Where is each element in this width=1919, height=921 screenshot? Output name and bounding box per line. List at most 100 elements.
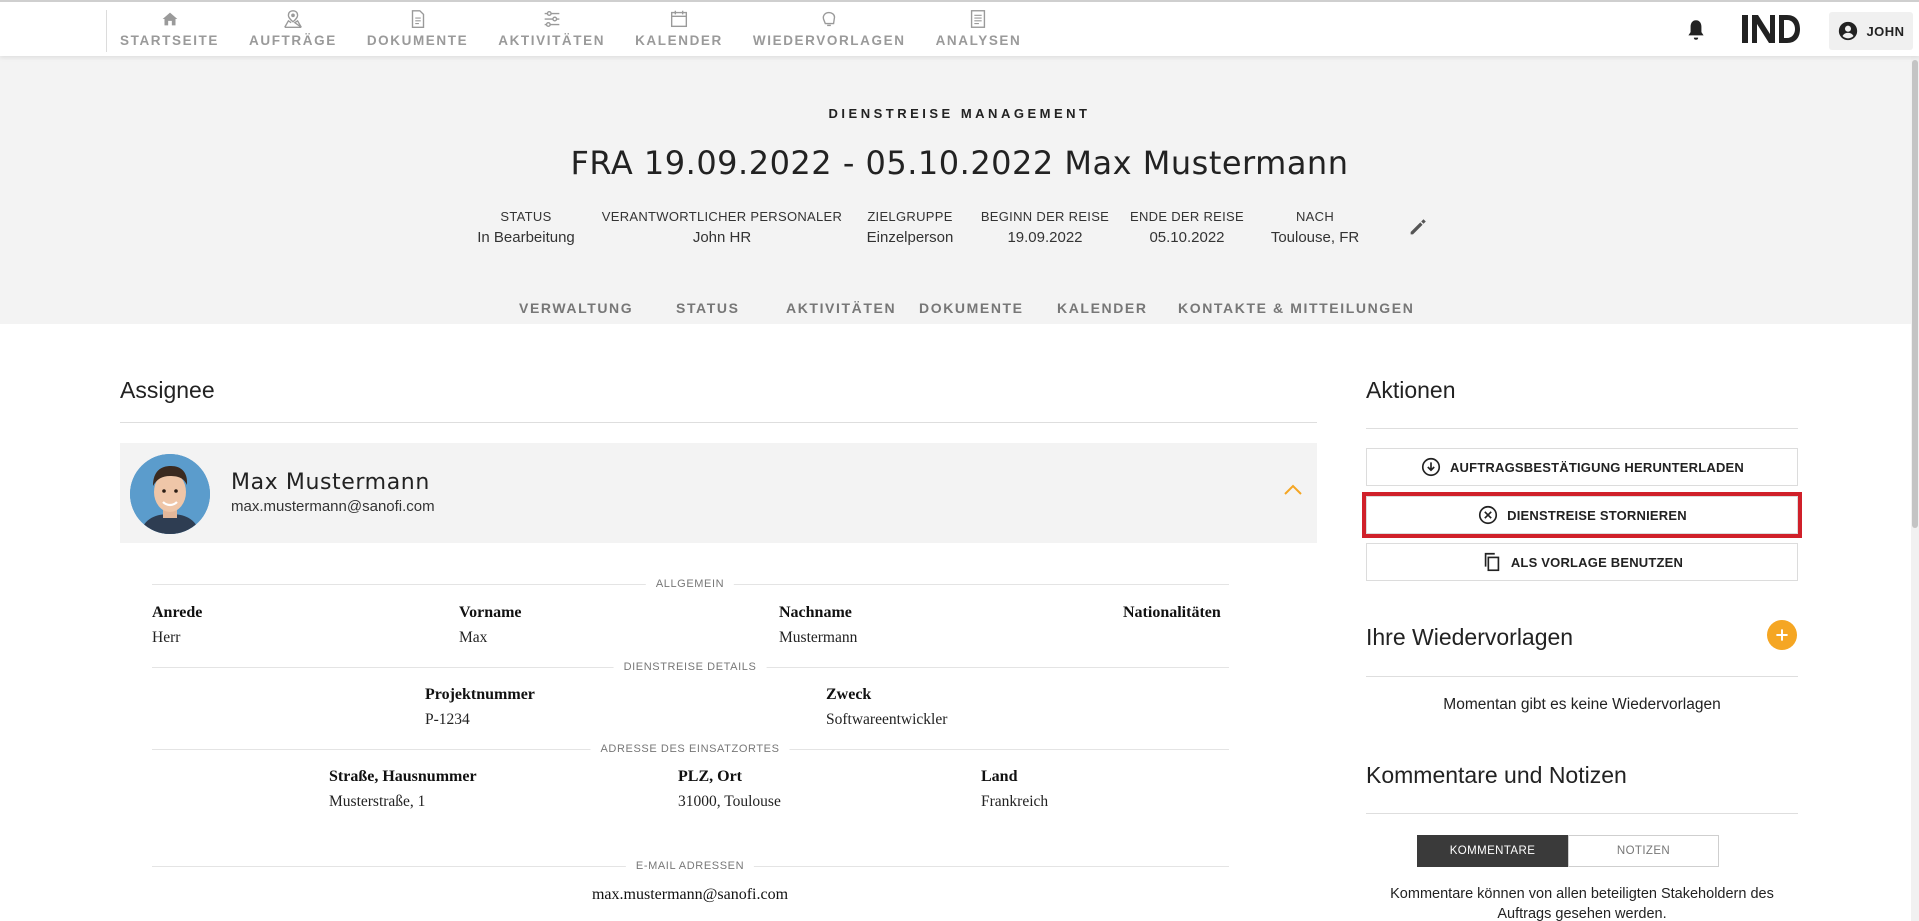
field-label-projektnummer: Projektnummer [425, 686, 535, 703]
field-label-nationalitaeten: Nationalitäten [1123, 604, 1221, 621]
main-nav: STARTSEITE AUFTRÄGE DOKUMENTE AKTIVITÄTE… [120, 8, 1051, 48]
bell-outline-icon [822, 11, 836, 27]
button-label: AUFTRAGSBESTÄTIGUNG HERUNTERLADEN [1449, 459, 1745, 475]
meta-value: In Bearbeitung [477, 229, 575, 246]
field-label-nachname: Nachname [779, 604, 852, 621]
group-label-dienstreise-details: DIENSTREISE DETAILS [613, 661, 767, 673]
meta-key: NACH [1295, 209, 1335, 224]
nav-item-dokumente[interactable]: DOKUMENTE [367, 8, 468, 48]
comments-heading: Kommentare und Notizen [1366, 762, 1627, 788]
tab-aktivitaeten[interactable]: AKTIVITÄTEN [786, 300, 896, 316]
avatar-photo [130, 454, 210, 534]
field-value-zweck: Softwareentwickler [826, 711, 948, 728]
group-label-adresse: ADRESSE DES EINSATZORTES [590, 743, 790, 755]
plus-icon [1776, 629, 1788, 641]
nav-item-auftraege[interactable]: AUFTRÄGE [249, 8, 337, 48]
copy-icon [1484, 552, 1500, 572]
cancel-trip-button[interactable]: DIENSTREISE STORNIEREN [1362, 492, 1802, 538]
field-value-plz-ort: 31000, Toulouse [678, 793, 781, 810]
nav-label: AKTIVITÄTEN [498, 33, 606, 48]
comments-segmented-control: KOMMENTARE NOTIZEN [1417, 835, 1719, 867]
tab-notizen[interactable]: NOTIZEN [1568, 835, 1719, 867]
nav-item-kalender[interactable]: KALENDER [635, 8, 723, 48]
field-label-plz-ort: PLZ, Ort [678, 768, 742, 785]
nav-item-analysen[interactable]: ANALYSEN [936, 8, 1022, 48]
download-confirmation-button[interactable]: AUFTRAGSBESTÄTIGUNG HERUNTERLADEN [1366, 448, 1798, 486]
nav-label: STARTSEITE [120, 33, 220, 48]
meta-responsible-hr: VERANTWORTLICHER PERSONALER John HR [600, 209, 844, 246]
button-label: DIENSTREISE STORNIEREN [1507, 507, 1687, 523]
meta-value: Einzelperson [866, 229, 954, 246]
report-icon [971, 10, 986, 28]
nav-label: WIEDERVORLAGEN [752, 33, 906, 48]
document-icon [411, 10, 424, 28]
page-scrollbar-thumb[interactable] [1912, 60, 1918, 528]
meta-trip-end: ENDE DER REISE 05.10.2022 [1125, 209, 1249, 246]
meta-destination: NACH Toulouse, FR [1262, 209, 1368, 246]
tab-kontakte-mitteilungen[interactable]: KONTAKTE & MITTEILUNGEN [1178, 300, 1414, 316]
field-label-strasse: Straße, Hausnummer [329, 768, 477, 785]
notification-bell-icon[interactable] [1683, 17, 1709, 43]
tab-status[interactable]: STATUS [676, 300, 740, 316]
meta-key: ZIELGRUPPE [867, 209, 953, 224]
calendar-icon [670, 10, 688, 28]
meta-target-group: ZIELGRUPPE Einzelperson [852, 209, 968, 246]
tab-dokumente[interactable]: DOKUMENTE [919, 300, 1024, 316]
group-label-email-adressen: E-MAIL ADRESSEN [625, 860, 755, 872]
page-header [0, 56, 1919, 324]
account-circle-icon [1839, 21, 1858, 41]
user-menu-button[interactable]: JOHN [1829, 12, 1913, 50]
actions-divider [1366, 428, 1798, 429]
meta-value: Toulouse, FR [1270, 229, 1360, 246]
cancel-circle-icon [1479, 505, 1498, 525]
actions-heading: Aktionen [1366, 377, 1456, 403]
sliders-icon [544, 10, 559, 28]
user-name: JOHN [1866, 23, 1905, 39]
home-icon [162, 12, 177, 26]
assignee-email: max.mustermann@sanofi.com [231, 498, 435, 515]
page-title: FRA 19.09.2022 - 05.10.2022 Max Musterma… [570, 144, 1349, 182]
field-label-land: Land [981, 768, 1018, 785]
assignee-heading: Assignee [120, 377, 215, 403]
comments-info-text: Kommentare können von allen beteiligten … [1390, 886, 1774, 921]
tab-verwaltung[interactable]: VERWALTUNG [519, 300, 633, 316]
add-followup-button[interactable] [1767, 620, 1797, 650]
nav-item-wiedervorlagen[interactable]: WIEDERVORLAGEN [753, 8, 906, 48]
nav-label: KALENDER [635, 33, 723, 48]
download-circle-icon [1421, 457, 1441, 477]
button-label: ALS VORLAGE BENUTZEN [1510, 554, 1684, 570]
field-label-vorname: Vorname [459, 604, 522, 621]
nav-label: AUFTRÄGE [249, 33, 337, 48]
nav-label: ANALYSEN [935, 33, 1022, 48]
edit-pencil-icon[interactable] [1407, 216, 1429, 238]
group-label-allgemein: ALLGEMEIN [645, 578, 735, 590]
field-value-vorname: Max [459, 629, 488, 646]
field-value-anrede: Herr [152, 629, 181, 646]
use-as-template-button[interactable]: ALS VORLAGE BENUTZEN [1366, 543, 1798, 581]
assignee-card[interactable]: Max Mustermann max.mustermann@sanofi.com [120, 443, 1317, 543]
chevron-up-icon[interactable] [1282, 482, 1304, 498]
meta-key: VERANTWORTLICHER PERSONALER [601, 209, 843, 224]
comments-divider [1366, 813, 1798, 814]
assignee-divider [120, 422, 1317, 423]
field-value-projektnummer: P-1234 [425, 711, 470, 728]
meta-value: 05.10.2022 [1149, 229, 1225, 246]
meta-key: BEGINN DER REISE [980, 209, 1110, 224]
meta-key: ENDE DER REISE [1129, 209, 1244, 224]
nav-divider [106, 10, 107, 52]
field-value-nachname: Mustermann [779, 629, 858, 646]
tab-kommentare[interactable]: KOMMENTARE [1417, 835, 1568, 867]
meta-key: STATUS [500, 209, 552, 224]
field-value-land: Frankreich [981, 793, 1049, 810]
meta-value: John HR [692, 229, 752, 246]
meta-status: STATUS In Bearbeitung [452, 209, 600, 246]
company-logo [1742, 15, 1800, 43]
nav-item-startseite[interactable]: STARTSEITE [120, 8, 219, 48]
nav-item-aktivitaeten[interactable]: AKTIVITÄTEN [498, 8, 605, 48]
followups-divider [1366, 676, 1798, 677]
followups-heading: Ihre Wiedervorlagen [1366, 624, 1574, 650]
map-pin-icon [284, 10, 302, 28]
tab-kalender[interactable]: KALENDER [1057, 300, 1148, 316]
meta-trip-start: BEGINN DER REISE 19.09.2022 [975, 209, 1115, 246]
followups-empty-text: Momentan gibt es keine Wiedervorlagen [1443, 696, 1721, 713]
